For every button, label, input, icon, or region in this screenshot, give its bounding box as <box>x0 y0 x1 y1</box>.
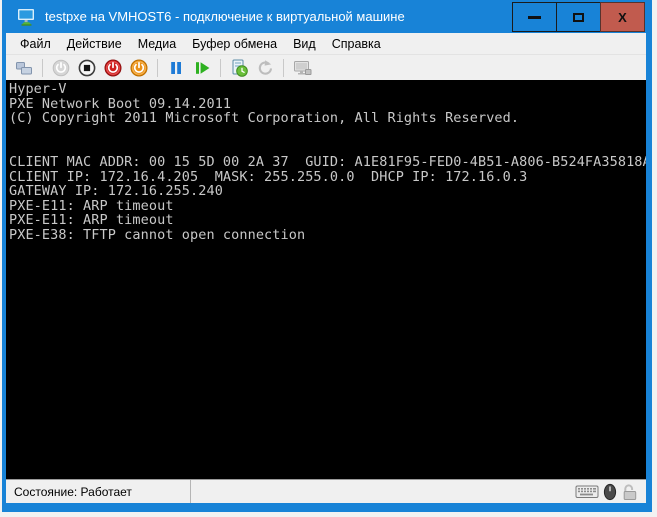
start-button[interactable] <box>50 57 72 79</box>
maximize-button[interactable] <box>556 2 601 32</box>
reset-button[interactable] <box>191 57 213 79</box>
minimize-button[interactable] <box>512 2 557 32</box>
vmconnect-window: testpxe на VMHOST6 - подключение к вирту… <box>2 0 652 512</box>
checkpoint-button[interactable] <box>228 57 250 79</box>
save-state-icon <box>130 59 148 77</box>
console-line: (C) Copyright 2011 Microsoft Corporation… <box>9 111 646 126</box>
shut-down-button[interactable] <box>102 57 124 79</box>
close-button[interactable]: X <box>600 2 645 32</box>
console-line <box>9 126 646 141</box>
turn-off-icon <box>78 59 96 77</box>
menu-item[interactable]: Буфер обмена <box>184 35 285 53</box>
console-line: CLIENT MAC ADDR: 00 15 5D 00 2A 37 GUID:… <box>9 155 646 170</box>
window-title: testpxe на VMHOST6 - подключение к вирту… <box>45 9 555 24</box>
pause-button[interactable] <box>165 57 187 79</box>
menu-item[interactable]: Медиа <box>130 35 184 53</box>
console-line <box>9 140 646 155</box>
menu-item[interactable]: Справка <box>324 35 389 53</box>
revert-icon <box>256 59 274 77</box>
vm-status-label: Состояние: Работает <box>14 485 132 499</box>
maximize-icon <box>573 13 584 22</box>
save-state-button[interactable] <box>128 57 150 79</box>
mouse-icon <box>603 483 617 501</box>
toolbar-separator <box>42 59 43 77</box>
checkpoint-icon <box>230 59 248 77</box>
console-line: CLIENT IP: 172.16.4.205 MASK: 255.255.0.… <box>9 170 646 185</box>
menu-item[interactable]: Вид <box>285 35 324 53</box>
menu-item[interactable]: Файл <box>12 35 59 53</box>
menu-bar: Файл Действие Медиа Буфер обмена Вид Спр… <box>6 33 646 55</box>
start-power-icon <box>52 59 70 77</box>
status-section: Состояние: Работает <box>6 480 191 503</box>
toolbar-separator <box>220 59 221 77</box>
reset-icon <box>193 59 211 77</box>
vm-monitor-icon <box>17 8 36 26</box>
console-line: Hyper-V <box>9 82 646 97</box>
console-line: GATEWAY IP: 172.16.255.240 <box>9 184 646 199</box>
ctrl-alt-del-icon <box>15 59 33 77</box>
console-line: PXE-E11: ARP timeout <box>9 213 646 228</box>
console-line: PXE Network Boot 09.14.2011 <box>9 97 646 112</box>
close-icon: X <box>618 11 627 24</box>
shut-down-icon <box>104 59 122 77</box>
enhanced-session-icon <box>293 59 312 77</box>
pause-icon <box>167 59 185 77</box>
console-line: PXE-E11: ARP timeout <box>9 199 646 214</box>
ctrl-alt-del-button[interactable] <box>13 57 35 79</box>
vm-console-screen[interactable]: Hyper-V PXE Network Boot 09.14.2011 (C) … <box>6 80 646 479</box>
menu-item[interactable]: Действие <box>59 35 130 53</box>
status-bar: Состояние: Работает <box>6 479 646 503</box>
turn-off-button[interactable] <box>76 57 98 79</box>
revert-button[interactable] <box>254 57 276 79</box>
unlock-icon <box>621 483 638 501</box>
title-bar[interactable]: testpxe на VMHOST6 - подключение к вирту… <box>2 0 652 33</box>
toolbar <box>6 55 646 80</box>
keyboard-icon <box>575 483 599 500</box>
toolbar-separator <box>283 59 284 77</box>
enhanced-session-button[interactable] <box>291 57 313 79</box>
console-line: PXE-E38: TFTP cannot open connection <box>9 228 646 243</box>
minimize-icon <box>528 16 541 19</box>
toolbar-separator <box>157 59 158 77</box>
